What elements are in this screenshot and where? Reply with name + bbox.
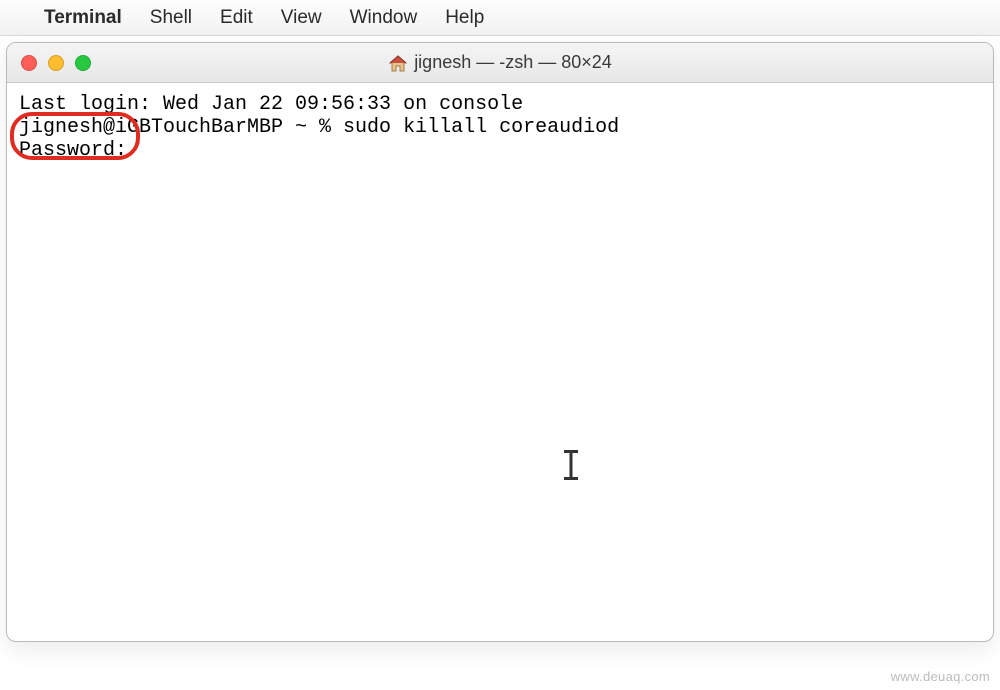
terminal-content[interactable]: Last login: Wed Jan 22 09:56:33 on conso… [7, 83, 993, 641]
minimize-button[interactable] [48, 55, 64, 71]
app-name-menu[interactable]: Terminal [44, 7, 122, 29]
terminal-line: Last login: Wed Jan 22 09:56:33 on conso… [19, 93, 523, 116]
menubar-item-edit[interactable]: Edit [220, 7, 253, 29]
terminal-line: jignesh@iGBTouchBarMBP ~ % sudo killall … [19, 116, 619, 139]
terminal-line: Password: [19, 139, 127, 162]
menubar-item-view[interactable]: View [281, 7, 322, 29]
menubar-item-window[interactable]: Window [350, 7, 418, 29]
traffic-lights [7, 55, 91, 71]
menubar-item-help[interactable]: Help [445, 7, 484, 29]
window-titlebar[interactable]: jignesh — -zsh — 80×24 [7, 43, 993, 83]
window-title: jignesh — -zsh — 80×24 [7, 52, 993, 73]
terminal-window: jignesh — -zsh — 80×24 Last login: Wed J… [6, 42, 994, 642]
close-button[interactable] [21, 55, 37, 71]
menubar-item-shell[interactable]: Shell [150, 7, 192, 29]
menubar: Terminal Shell Edit View Window Help [0, 0, 1000, 36]
watermark-text: www.deuaq.com [891, 669, 990, 684]
window-title-text: jignesh — -zsh — 80×24 [414, 52, 612, 73]
home-folder-icon [388, 53, 408, 73]
maximize-button[interactable] [75, 55, 91, 71]
